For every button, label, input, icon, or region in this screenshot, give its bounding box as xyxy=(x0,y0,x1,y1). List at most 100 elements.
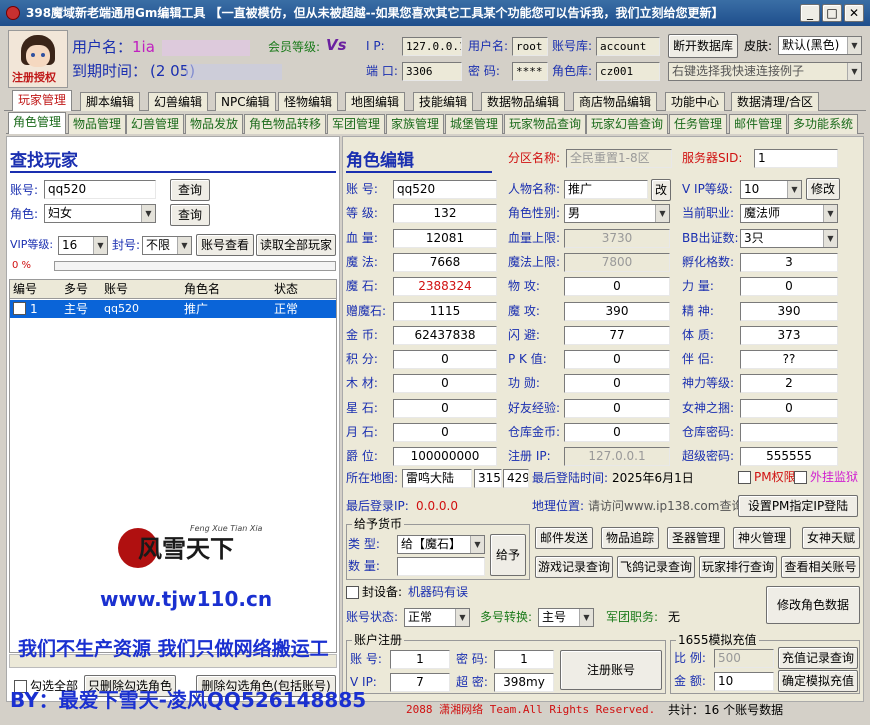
plugin-checkbox[interactable] xyxy=(794,471,807,484)
ban-device-checkbox[interactable] xyxy=(346,586,359,599)
gms-input[interactable]: 1115 xyxy=(393,301,497,321)
god-input[interactable]: 2 xyxy=(740,374,838,394)
quick-connect-select[interactable]: 右键选择我快速连接例子 ▼ xyxy=(668,62,862,81)
tab-item-transfer[interactable]: 角色物品转移 xyxy=(244,114,327,134)
tab-map[interactable]: 地图编辑 xyxy=(345,92,406,111)
acct-view-button[interactable]: 账号查看 xyxy=(196,234,254,256)
recharge-confirm-button[interactable]: 确定模拟充值 xyxy=(778,670,858,692)
modify-role-button[interactable]: 修改角色数据 xyxy=(766,586,860,624)
game-log-button[interactable]: 游戏记录查询 xyxy=(535,556,613,578)
pigeon-log-button[interactable]: 飞鸽记录查询 xyxy=(617,556,695,578)
tab-mail[interactable]: 邮件管理 xyxy=(729,114,788,134)
tab-task[interactable]: 任务管理 xyxy=(669,114,728,134)
recharge-query-button[interactable]: 充值记录查询 xyxy=(778,647,858,669)
wh-pwd-input[interactable] xyxy=(740,423,838,442)
tab-player-manage[interactable]: 玩家管理 xyxy=(12,90,73,111)
find-role-select[interactable]: 妇女 ▼ xyxy=(44,204,156,223)
con-input[interactable]: 373 xyxy=(740,325,838,345)
tab-player-pet[interactable]: 玩家幻兽查询 xyxy=(586,114,669,134)
job-input[interactable]: 魔法师 ▼ xyxy=(740,204,838,224)
ip-input[interactable]: 127.0.0.1 xyxy=(402,37,462,56)
give-type-select[interactable]: 给【魔石】 ▼ xyxy=(397,535,485,554)
matk-input[interactable]: 390 xyxy=(564,301,670,321)
spi-input[interactable]: 390 xyxy=(740,301,838,321)
mail-send-button[interactable]: 邮件发送 xyxy=(535,527,593,549)
str-input[interactable]: 0 xyxy=(740,277,838,297)
server-input[interactable]: 1 xyxy=(754,149,838,168)
find-query2-button[interactable]: 查询 xyxy=(170,204,210,226)
goddess-input[interactable]: 0 xyxy=(740,398,838,418)
skin-select[interactable]: 默认(黑色) ▼ xyxy=(778,36,862,55)
vip-input[interactable]: 10 ▼ xyxy=(740,180,802,199)
map-input[interactable]: 雷鸣大陆 xyxy=(402,469,472,488)
col-id[interactable]: 编号 xyxy=(13,280,37,298)
mp-input[interactable]: 7668 xyxy=(393,252,497,272)
superpwd-input[interactable]: 555555 xyxy=(740,447,838,467)
tab-castle[interactable]: 城堡管理 xyxy=(445,114,504,134)
port-input[interactable]: 3306 xyxy=(402,62,462,81)
tab-shop-item[interactable]: 商店物品编辑 xyxy=(573,92,658,111)
merit-input[interactable]: 0 xyxy=(564,374,670,394)
disconnect-button[interactable]: 断开数据库 xyxy=(668,34,738,58)
pk-input[interactable]: 0 xyxy=(564,350,670,370)
acct-input[interactable]: qq520 xyxy=(393,180,497,199)
rank-button[interactable]: 玩家排行查询 xyxy=(699,556,777,578)
reg-super-input[interactable]: 398my xyxy=(494,673,554,692)
hpmax-input[interactable]: 3730 xyxy=(564,228,670,248)
vip-modify-button[interactable]: 修改 xyxy=(806,178,840,200)
rename-button[interactable]: 改 xyxy=(651,179,671,201)
star-input[interactable]: 0 xyxy=(393,398,497,418)
goddess-talent-button[interactable]: 女神天赋 xyxy=(802,527,860,549)
acct-status-select[interactable]: 正常 ▼ xyxy=(404,608,470,627)
name-input[interactable]: 推广 xyxy=(564,180,648,199)
reg-vip-input[interactable]: 7 xyxy=(390,673,450,692)
hp-input[interactable]: 12081 xyxy=(393,228,497,248)
col-multi[interactable]: 多号 xyxy=(64,280,88,298)
multi-switch-select[interactable]: 主号 ▼ xyxy=(538,608,594,627)
holy-item-button[interactable]: 圣器管理 xyxy=(667,527,725,549)
wh-gold-input[interactable]: 0 xyxy=(564,423,670,442)
pts-input[interactable]: 0 xyxy=(393,350,497,370)
pm-checkbox[interactable] xyxy=(738,471,751,484)
close-button[interactable]: ✕ xyxy=(844,4,864,22)
tab-pet[interactable]: 幻兽编辑 xyxy=(148,92,209,111)
db-pwd-input[interactable]: **** xyxy=(512,62,548,81)
regip-input[interactable]: 127.0.0.1 xyxy=(564,447,670,467)
roledb-input[interactable]: cz001 xyxy=(596,62,660,81)
tab-monster[interactable]: 怪物编辑 xyxy=(278,92,339,111)
vip-filter-select[interactable]: 16 ▼ xyxy=(58,236,108,255)
find-query-button[interactable]: 查询 xyxy=(170,179,210,201)
tab-item-data[interactable]: 数据物品编辑 xyxy=(481,92,566,111)
read-all-button[interactable]: 读取全部玩家 xyxy=(256,234,336,256)
map-y-input[interactable]: 429 xyxy=(503,469,529,488)
col-acct[interactable]: 账号 xyxy=(104,280,128,298)
dodge-input[interactable]: 77 xyxy=(564,325,670,345)
mate-input[interactable]: ?? xyxy=(740,350,838,370)
ratio-input[interactable]: 500 xyxy=(714,649,774,668)
moon-input[interactable]: 0 xyxy=(393,423,497,442)
amount-input[interactable]: 10 xyxy=(714,672,774,691)
tab-player-item[interactable]: 玩家物品查询 xyxy=(504,114,587,134)
item-track-button[interactable]: 物品追踪 xyxy=(601,527,659,549)
db-user-input[interactable]: root xyxy=(512,37,548,56)
ms-input[interactable]: 2388324 xyxy=(393,277,497,297)
set-pm-ip-button[interactable]: 设置PM指定IP登陆 xyxy=(738,495,858,517)
tab-pet-manage[interactable]: 幻兽管理 xyxy=(126,114,185,134)
col-role[interactable]: 角色名 xyxy=(184,280,220,298)
reg-acct-input[interactable]: 1 xyxy=(390,650,450,669)
tab-skill[interactable]: 技能编辑 xyxy=(413,92,474,111)
maximize-button[interactable]: □ xyxy=(822,4,842,22)
tab-item-give[interactable]: 物品发放 xyxy=(185,114,244,134)
tab-army[interactable]: 军团管理 xyxy=(327,114,386,134)
tab-script[interactable]: 脚本编辑 xyxy=(80,92,141,111)
reg-pwd-input[interactable]: 1 xyxy=(494,650,554,669)
friend-input[interactable]: 0 xyxy=(564,398,670,418)
row-checkbox[interactable] xyxy=(13,302,26,315)
give-button[interactable]: 给予 xyxy=(490,534,526,576)
related-acct-button[interactable]: 查看相关账号 xyxy=(781,556,860,578)
tab-npc[interactable]: NPC编辑 xyxy=(215,92,276,111)
tab-role[interactable]: 角色管理 xyxy=(8,112,67,134)
bb-input[interactable]: 3只 ▼ xyxy=(740,228,838,248)
col-status[interactable]: 状态 xyxy=(274,280,298,298)
minimize-button[interactable]: _ xyxy=(800,4,820,22)
